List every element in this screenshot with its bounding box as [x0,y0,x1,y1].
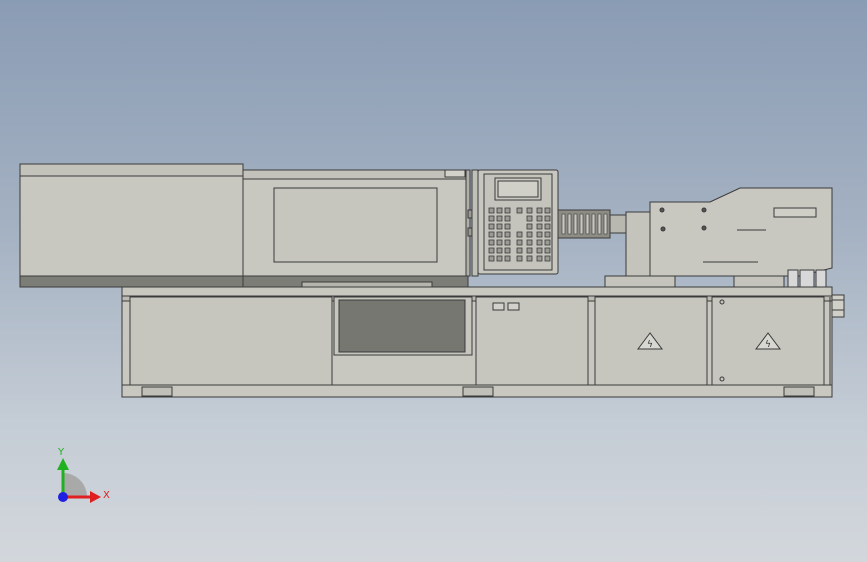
heater-band [567,213,572,235]
controller-key [504,247,511,254]
controller-key [526,223,533,230]
base-window [338,299,466,353]
leveling-foot [462,386,494,397]
controller-key [536,207,543,214]
injection-barrel [557,209,627,239]
controller-key [544,207,551,214]
controller-key [504,223,511,230]
controller-key [496,255,503,262]
controller-key [526,239,533,246]
controller-key [526,215,533,222]
door-window [273,187,438,263]
injection-unit [604,187,833,288]
controller-key [536,247,543,254]
coordinate-triad: Y X [57,447,110,503]
leveling-foot [783,386,815,397]
controller-key [496,231,503,238]
controller-key [526,247,533,254]
heater-band [585,213,590,235]
heater-band [597,213,602,235]
controller-key [526,231,533,238]
control-panel [471,169,559,277]
heater-band [561,213,566,235]
controller-key [488,239,495,246]
controller-key [488,247,495,254]
controller-key [536,255,543,262]
controller-key [516,247,523,254]
leveling-foot [141,386,173,397]
x-axis-label: X [103,490,110,501]
controller-key [504,239,511,246]
base-panel-1 [129,296,333,386]
controller-key [504,207,511,214]
heater-band [573,213,578,235]
controller-key [536,223,543,230]
controller-key [544,255,551,262]
triad-arc [63,473,87,497]
controller-key [516,231,523,238]
controller-key [536,239,543,246]
controller-key [516,255,523,262]
cad-viewport[interactable]: ϟ ϟ Y X [0,0,867,562]
controller-key [544,215,551,222]
heater-band [603,213,608,235]
controller-key [516,239,523,246]
machine-base: ϟ ϟ [121,294,845,398]
controller-key [504,255,511,262]
svg-text:ϟ: ϟ [647,340,653,350]
controller-key [488,215,495,222]
controller-key [496,247,503,254]
controller-key [496,239,503,246]
controller-key [544,231,551,238]
safety-door [242,169,473,288]
controller-key [504,231,511,238]
controller-key [526,255,533,262]
heater-band [579,213,584,235]
base-top-rail [121,286,833,297]
controller-key [536,215,543,222]
controller-key [488,231,495,238]
y-axis-label: Y [57,447,65,458]
controller-key [504,215,511,222]
controller-key [544,239,551,246]
controller-key [544,223,551,230]
controller-key [496,215,503,222]
controller-key [496,223,503,230]
controller-key [544,247,551,254]
injection-molding-machine-drawing: ϟ ϟ Y X [19,163,845,503]
controller-key [536,231,543,238]
nameplate [773,207,817,218]
clamp-guard-left [19,163,244,288]
controller-key [526,207,533,214]
controller-key [488,255,495,262]
svg-text:ϟ: ϟ [765,340,771,350]
controller-key [496,207,503,214]
heater-band [591,213,596,235]
hose-connector [831,294,845,318]
controller-key [488,223,495,230]
controller-key [488,207,495,214]
z-axis-dot [58,492,68,502]
controller-key [516,207,523,214]
